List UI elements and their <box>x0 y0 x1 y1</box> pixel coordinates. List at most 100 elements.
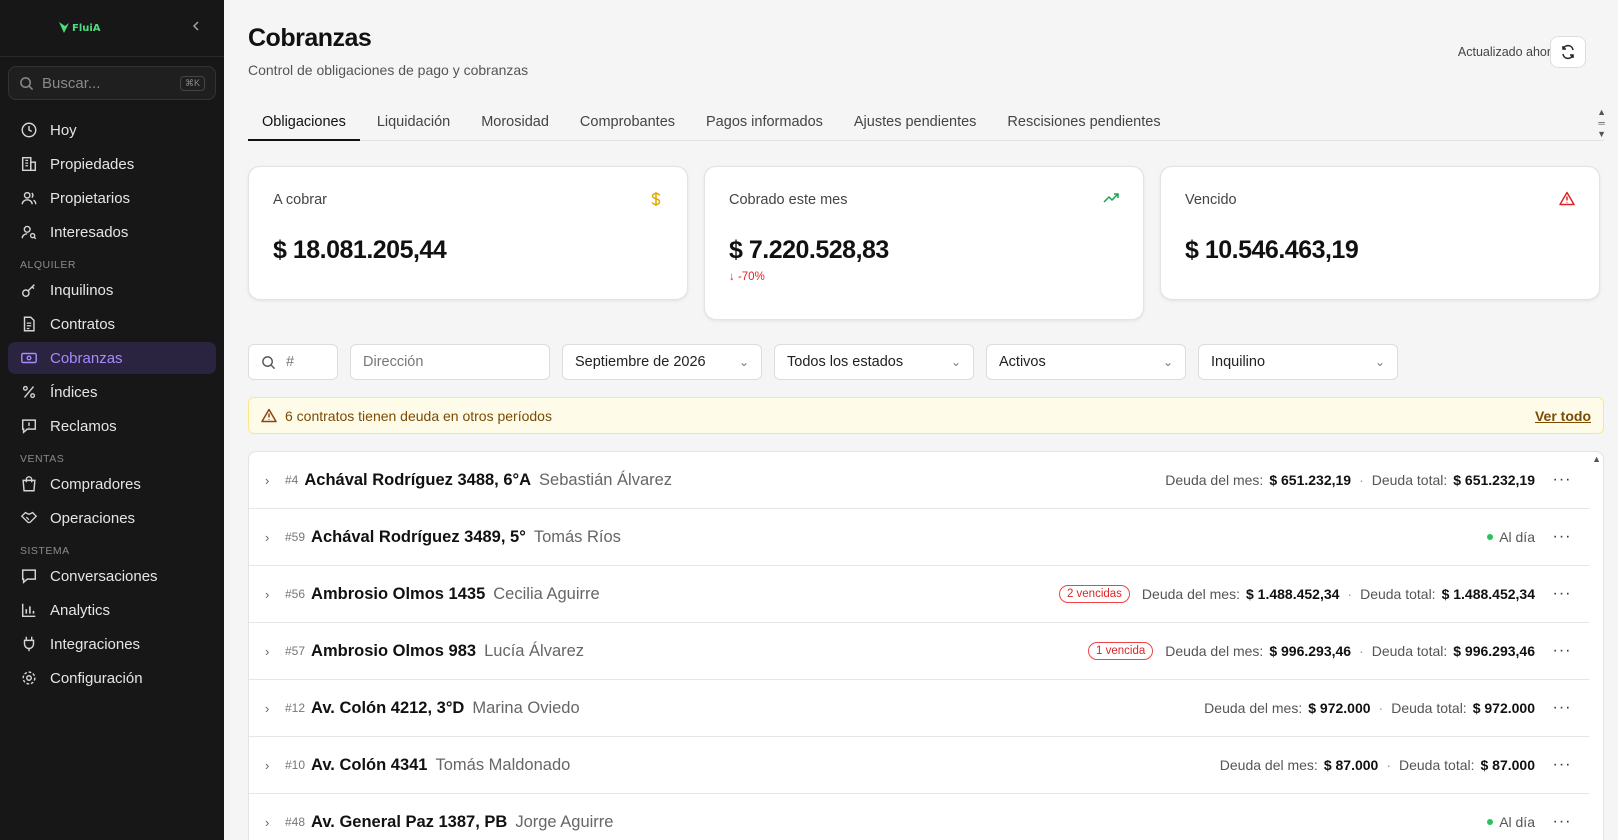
search-placeholder: Buscar... <box>42 74 101 92</box>
overdue-badge: 2 vencidas <box>1058 585 1130 603</box>
status-select[interactable]: Todos los estados ⌄ <box>774 344 974 380</box>
refresh-button[interactable] <box>1550 36 1586 68</box>
user-search-icon <box>21 225 37 240</box>
more-options-icon[interactable]: ··· <box>1535 471 1589 489</box>
chevron-right-icon[interactable]: › <box>265 758 279 773</box>
sidebar-item-label: Operaciones <box>50 509 136 527</box>
separator: · <box>1378 700 1384 716</box>
chevron-right-icon[interactable]: › <box>265 644 279 659</box>
month-debt-value: $ 1.488.452,34 <box>1245 586 1340 602</box>
sidebar-item-indices[interactable]: Índices <box>8 376 216 408</box>
chevron-right-icon[interactable]: › <box>265 587 279 602</box>
table-row[interactable]: › #57 Ambrosio Olmos 983 Lucía Álvarez 1 ven… <box>249 623 1589 680</box>
card-value: $ 18.081.205,44 <box>273 236 447 264</box>
tenant-name: Tomás Maldonado <box>435 755 571 774</box>
period-select[interactable]: Septiembre de 2026 ⌄ <box>562 344 762 380</box>
active-select[interactable]: Activos ⌄ <box>986 344 1186 380</box>
card-label: A cobrar <box>273 192 327 208</box>
chat-icon <box>21 569 37 584</box>
row-summary: Al día <box>1487 814 1535 830</box>
sidebar-item-conversaciones[interactable]: Conversaciones <box>8 560 216 592</box>
sidebar-item-integraciones[interactable]: Integraciones <box>8 628 216 660</box>
sidebar-item-label: Cobranzas <box>50 349 123 367</box>
sidebar-item-operaciones[interactable]: Operaciones <box>8 502 216 534</box>
updated-status: Actualizado ahora <box>1457 45 1558 59</box>
chevron-right-icon[interactable]: › <box>265 701 279 716</box>
contract-number: #56 <box>285 587 306 601</box>
tenant-name: Lucía Álvarez <box>484 641 585 660</box>
row-summary: Deuda del mes: $ 972.000 · Deuda total: $ 97… <box>1204 700 1535 716</box>
sidebar-item-interesados[interactable]: Interesados <box>8 216 216 248</box>
tab-comprobantes[interactable]: Comprobantes <box>566 103 689 141</box>
contract-address: Av. Colón 4341 <box>311 755 428 774</box>
address-placeholder: Dirección <box>363 354 424 370</box>
tab-liquidacion[interactable]: Liquidación <box>363 103 464 141</box>
contract-number-input[interactable]: # <box>248 344 338 380</box>
trending-up-icon <box>1103 191 1119 209</box>
sidebar-item-label: Configuración <box>50 669 143 687</box>
sidebar-item-label: Índices <box>50 383 98 401</box>
chevron-right-icon[interactable]: › <box>265 815 279 830</box>
tab-obligaciones[interactable]: Obligaciones <box>248 103 360 141</box>
sidebar-item-analytics[interactable]: Analytics <box>8 594 216 626</box>
status-value: Todos los estados <box>787 354 904 370</box>
chevron-down-icon: ⌄ <box>1374 355 1385 369</box>
sidebar-item-label: Conversaciones <box>50 567 158 585</box>
table-row[interactable]: › #59 Achával Rodríguez 3489, 5° Tomás Ríos… <box>249 509 1589 566</box>
sidebar-item-contratos[interactable]: Contratos <box>8 308 216 340</box>
tab-pagos-informados[interactable]: Pagos informados <box>692 103 837 141</box>
contract-address: Av. Colón 4212, 3°D <box>311 698 465 717</box>
card-vencido: Vencido $ 10.546.463,19 <box>1160 166 1600 300</box>
address-input[interactable]: Dirección <box>350 344 550 380</box>
table-row[interactable]: › #12 Av. Colón 4212, 3°D Marina Oviedo Deud… <box>249 680 1589 737</box>
chevron-right-icon[interactable]: › <box>265 530 279 545</box>
sidebar-item-label: Interesados <box>50 223 129 241</box>
active-value: Activos <box>999 354 1046 370</box>
search-input[interactable]: Buscar... ⌘K <box>8 66 216 100</box>
logo[interactable]: FluiA <box>58 21 101 35</box>
more-options-icon[interactable]: ··· <box>1535 699 1589 717</box>
period-value: Septiembre de 2026 <box>575 354 706 370</box>
sidebar-item-propiedades[interactable]: Propiedades <box>8 148 216 180</box>
month-debt-label: Deuda del mes: <box>1141 586 1240 602</box>
more-options-icon[interactable]: ··· <box>1535 756 1589 774</box>
more-options-icon[interactable]: ··· <box>1535 585 1589 603</box>
tab-morosidad[interactable]: Morosidad <box>467 103 563 141</box>
total-debt-value: $ 972.000 <box>1472 700 1535 716</box>
table-row[interactable]: › #10 Av. Colón 4341 Tomás Maldonado Deuda d… <box>249 737 1589 794</box>
more-options-icon[interactable]: ··· <box>1535 528 1589 546</box>
list-scrollbar[interactable]: ▲ <box>1592 454 1601 464</box>
total-debt-value: $ 1.488.452,34 <box>1441 586 1535 602</box>
tabs-scrollbar[interactable]: ▲ ═ ▼ <box>1597 107 1606 140</box>
card-delta: ↓ -70% <box>729 271 1119 283</box>
sidebar-item-label: Compradores <box>50 475 141 493</box>
sidebar-item-hoy[interactable]: Hoy <box>8 114 216 146</box>
sidebar-item-reclamos[interactable]: Reclamos <box>8 410 216 442</box>
total-debt-label: Deuda total: <box>1371 472 1448 488</box>
tenant-select[interactable]: Inquilino ⌄ <box>1198 344 1398 380</box>
sidebar-item-compradores[interactable]: Compradores <box>8 468 216 500</box>
total-debt-value: $ 651.232,19 <box>1453 472 1535 488</box>
separator: · <box>1347 586 1353 602</box>
month-debt-label: Deuda del mes: <box>1219 757 1318 773</box>
collapse-sidebar-icon[interactable] <box>190 19 202 37</box>
sidebar-item-configuracion[interactable]: Configuración <box>8 662 216 694</box>
arrow-down-icon: ↓ <box>729 271 738 283</box>
search-icon <box>262 355 276 369</box>
contract-number: #4 <box>285 473 299 487</box>
more-options-icon[interactable]: ··· <box>1535 813 1589 831</box>
table-row[interactable]: › #56 Ambrosio Olmos 1435 Cecilia Aguirre 2 … <box>249 566 1589 623</box>
sidebar-item-cobranzas[interactable]: Cobranzas <box>8 342 216 374</box>
tab-ajustes-pendientes[interactable]: Ajustes pendientes <box>840 103 991 141</box>
sidebar-item-label: Propietarios <box>50 189 131 207</box>
more-options-icon[interactable]: ··· <box>1535 642 1589 660</box>
tab-rescisiones-pendientes[interactable]: Rescisiones pendientes <box>993 103 1174 141</box>
card-value: $ 7.220.528,83 <box>729 236 889 264</box>
table-row[interactable]: › #48 Av. General Paz 1387, PB Jorge Aguirr… <box>249 794 1589 840</box>
table-row[interactable]: › #4 Achával Rodríguez 3488, 6°A Sebastián … <box>249 452 1589 509</box>
view-all-link[interactable]: Ver todo <box>1535 408 1591 424</box>
sidebar-item-inquilinos[interactable]: Inquilinos <box>8 274 216 306</box>
chevron-right-icon[interactable]: › <box>265 473 279 488</box>
sidebar-item-propietarios[interactable]: Propietarios <box>8 182 216 214</box>
tenant-name: Marina Oviedo <box>472 698 580 717</box>
